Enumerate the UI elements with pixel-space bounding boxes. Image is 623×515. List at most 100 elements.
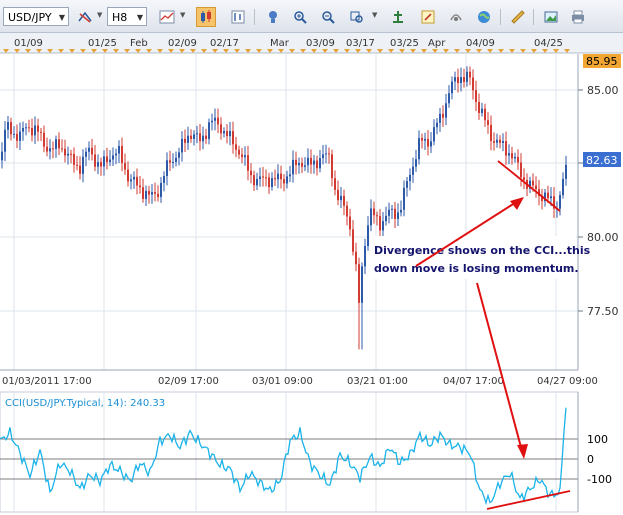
bottom-time-label: 01/03/2011 17:00 [2, 376, 92, 387]
draw-mode-icon[interactable] [75, 7, 95, 27]
candle-chart-icon[interactable] [196, 7, 216, 27]
candle-body [145, 191, 147, 199]
candle-body [124, 162, 126, 170]
candle-body [379, 216, 381, 231]
cci-axis [578, 392, 623, 512]
candle-body [496, 139, 498, 143]
candle-body [517, 156, 519, 163]
candle-body [565, 164, 567, 179]
bottom-time-label: 03/21 01:00 [347, 376, 408, 387]
object-icon[interactable] [388, 7, 408, 27]
candle-body [22, 128, 24, 132]
candle-body [349, 216, 351, 230]
zoom-out-icon[interactable] [318, 7, 338, 27]
top-time-label: 03/17 [346, 38, 375, 49]
last-price-label: 82.63 [586, 154, 618, 167]
toolbar-separator [533, 9, 534, 25]
candle-body [82, 156, 84, 174]
zoom-in-icon[interactable] [290, 7, 310, 27]
fit-icon[interactable] [347, 7, 367, 27]
candle-body [109, 159, 111, 163]
candle-body [154, 192, 156, 194]
bar-chart-icon[interactable] [228, 7, 248, 27]
candle-body [202, 135, 204, 142]
candle-body [268, 177, 270, 188]
candle-body [208, 122, 210, 140]
add-indicator-icon[interactable] [263, 7, 283, 27]
candle-body [196, 133, 198, 135]
candle-body [457, 77, 459, 84]
candle-body [49, 148, 51, 152]
bottom-time-label: 04/07 17:00 [443, 376, 504, 387]
top-time-label: Feb [130, 38, 148, 49]
globe-icon[interactable] [474, 7, 494, 27]
price-tick-label: 85.00 [587, 84, 619, 97]
candle-body [157, 193, 159, 197]
chevron-down-icon: ▼ [58, 13, 65, 22]
candle-body [487, 120, 489, 125]
candle-body [313, 160, 315, 165]
candle-body [319, 158, 321, 169]
candle-body [16, 133, 18, 141]
candle-body [13, 133, 15, 135]
candle-body [241, 154, 243, 158]
candle-body [430, 141, 432, 147]
candle-body [391, 208, 393, 210]
candle-body [436, 122, 438, 128]
properties-icon[interactable] [418, 7, 438, 27]
top-time-label: Apr [428, 38, 446, 49]
candle-body [25, 127, 27, 129]
top-time-label: 02/17 [210, 38, 239, 49]
candle-body [166, 160, 168, 176]
candle-body [328, 153, 330, 155]
timeframe-select[interactable]: H8 ▼ [107, 7, 147, 26]
candle-body [358, 264, 360, 303]
color-icon[interactable] [446, 7, 466, 27]
candle-body [31, 127, 33, 136]
line-chart-dropdown-icon[interactable]: ▼ [180, 11, 185, 19]
chart-area[interactable]: 01/09 01/25 Feb 02/09 02/17 Mar 03/09 03/17 03/2… [0, 33, 623, 515]
candle-body [97, 162, 99, 167]
picture-icon[interactable] [541, 7, 561, 27]
candle-body [271, 178, 273, 188]
line-chart-icon[interactable] [157, 7, 177, 27]
fit-dropdown-icon[interactable]: ▼ [372, 11, 377, 19]
candle-body [451, 81, 453, 94]
timeframe-select-value: H8 [112, 11, 128, 24]
ruler-icon[interactable] [508, 7, 528, 27]
top-time-label: 03/25 [390, 38, 419, 49]
candle-body [91, 147, 93, 155]
candle-body [76, 164, 78, 166]
candle-body [277, 173, 279, 180]
top-time-label: 02/09 [168, 38, 197, 49]
candle-body [331, 154, 333, 179]
candle-body [103, 156, 105, 167]
cci-pane[interactable] [0, 391, 579, 513]
candle-body [220, 124, 222, 134]
candle-body [343, 195, 345, 206]
print-icon[interactable] [568, 7, 588, 27]
candle-body [334, 178, 336, 190]
candle-body [229, 131, 231, 137]
candle-body [316, 160, 318, 169]
candle-body [175, 157, 177, 162]
candle-body [55, 139, 57, 149]
candle-body [79, 165, 81, 174]
candle-body [415, 159, 417, 167]
cci-level-label: -100 [587, 473, 612, 486]
price-pane[interactable] [0, 54, 578, 370]
candle-body [469, 71, 471, 78]
candle-body [193, 134, 195, 139]
candle-body [502, 141, 504, 143]
candle-body [367, 225, 369, 247]
candle-body [85, 151, 87, 157]
candle-body [310, 157, 312, 165]
candle-body [508, 153, 510, 156]
candle-body [139, 185, 141, 188]
symbol-select[interactable]: USD/JPY ▼ [3, 7, 69, 26]
candle-body [136, 176, 138, 186]
price-tick-label: 77.50 [587, 305, 619, 318]
draw-mode-dropdown-icon[interactable]: ▼ [97, 11, 102, 19]
candle-body [505, 141, 507, 156]
top-time-label: 04/09 [466, 38, 495, 49]
